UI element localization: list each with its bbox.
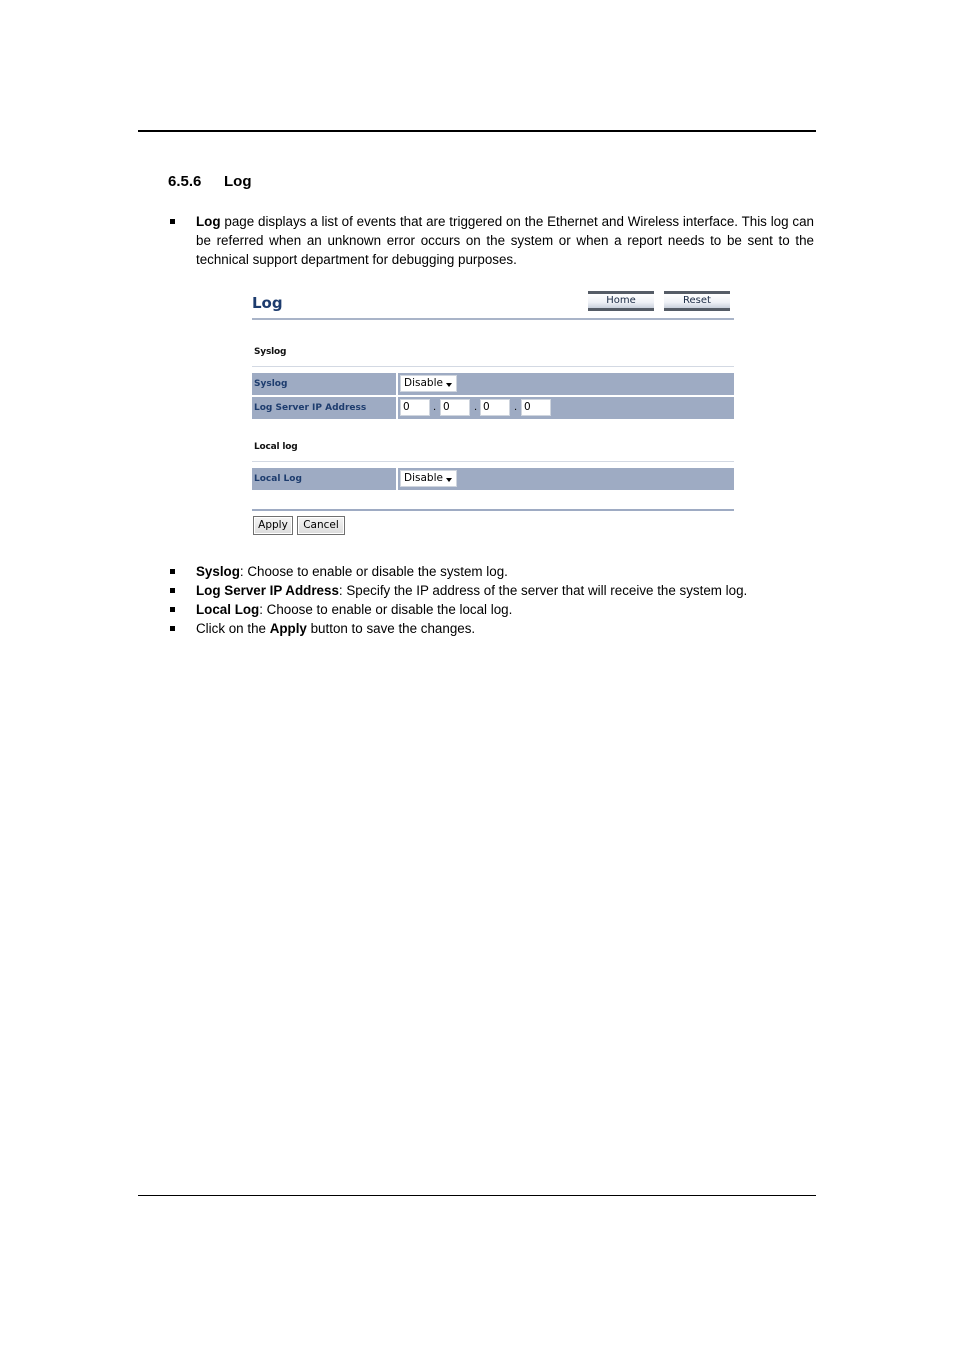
ip-separator: . (514, 402, 518, 413)
ip-separator: . (433, 402, 437, 413)
intro-paragraph: Log page displays a list of events that … (168, 212, 814, 269)
description: button to save the changes. (306, 621, 476, 636)
cancel-button[interactable]: Cancel (297, 516, 345, 535)
title-divider (252, 318, 734, 320)
section-number: 6.5.6 (168, 173, 202, 190)
syslog-section-label: Syslog (254, 347, 287, 357)
ip-octet-4[interactable]: 0 (521, 399, 551, 416)
footer-rule (138, 1195, 816, 1196)
list-item: Local Log: Choose to enable or disable t… (168, 600, 814, 619)
term: Apply (269, 621, 307, 636)
log-server-ip-row: Log Server IP Address 0 . 0 . 0 . 0 (252, 397, 734, 419)
term: Local Log (196, 602, 260, 617)
ip-octet-1[interactable]: 0 (400, 399, 430, 416)
section-divider (252, 366, 734, 367)
reset-button[interactable]: Reset (664, 291, 730, 311)
bullet-icon (170, 588, 175, 593)
intro-bold: Log (196, 214, 221, 229)
page-title: Log (252, 294, 283, 312)
list-item: Syslog: Choose to enable or disable the … (168, 562, 814, 581)
bullet-icon (170, 607, 175, 612)
syslog-value: Disable (404, 377, 443, 389)
bullet-icon (170, 219, 175, 224)
syslog-select[interactable]: Disable (400, 375, 457, 392)
term: Log Server IP Address (196, 583, 339, 598)
section-divider (252, 461, 734, 462)
ip-separator: . (474, 402, 478, 413)
apply-button[interactable]: Apply (253, 516, 293, 535)
list-item: Log Server IP Address: Specify the IP ad… (168, 581, 814, 600)
bullet-icon (170, 569, 175, 574)
local-log-section-label: Local log (254, 442, 298, 452)
section-title: Log (224, 173, 252, 190)
log-server-ip-label: Log Server IP Address (252, 397, 396, 419)
chevron-down-icon (446, 383, 452, 387)
syslog-row: Syslog Disable (252, 373, 734, 395)
form-divider (252, 509, 734, 511)
chevron-down-icon (446, 478, 452, 482)
bullet-icon (170, 626, 175, 631)
log-settings-screenshot: Log Home Reset Syslog Syslog Disable Log… (252, 286, 734, 540)
syslog-label: Syslog (252, 373, 396, 395)
local-log-row: Local Log Disable (252, 468, 734, 490)
header-rule (138, 130, 816, 132)
local-log-select[interactable]: Disable (400, 470, 457, 487)
section-heading: 6.5.6 Log (168, 172, 252, 191)
ip-octet-2[interactable]: 0 (440, 399, 470, 416)
ip-octet-3[interactable]: 0 (480, 399, 510, 416)
home-button[interactable]: Home (588, 291, 654, 311)
description-prefix: Click on the (196, 621, 270, 636)
description: : Choose to enable or disable the local … (259, 602, 513, 617)
description: : Specify the IP address of the server t… (338, 583, 748, 598)
local-log-label: Local Log (252, 468, 396, 490)
intro-text: page displays a list of events that are … (196, 214, 814, 267)
description: : Choose to enable or disable the system… (239, 564, 508, 579)
term: Syslog (196, 564, 240, 579)
list-item: Click on the Apply button to save the ch… (168, 619, 814, 638)
local-log-value: Disable (404, 472, 443, 484)
